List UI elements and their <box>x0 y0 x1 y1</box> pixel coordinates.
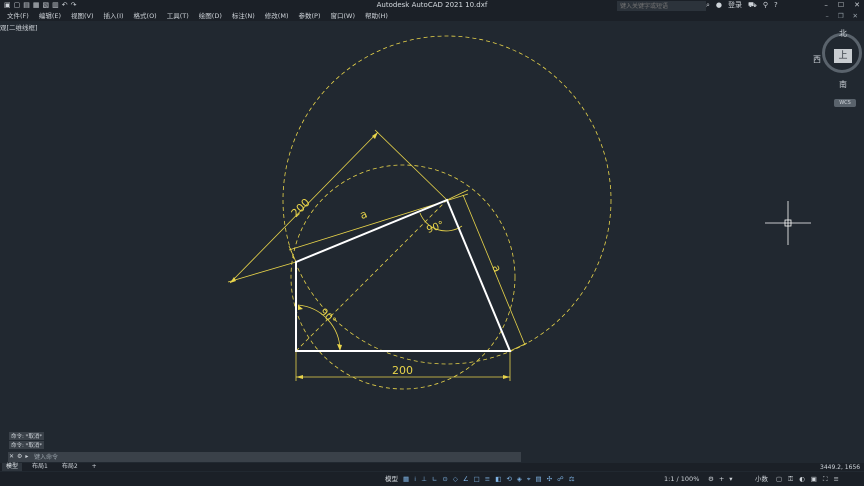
dim-left-ext-1 <box>227 261 297 283</box>
osnap-track-icon[interactable]: ∠ <box>463 472 469 486</box>
drawing-canvas[interactable]: a a 200 200 90° 90° <box>0 0 864 486</box>
quadrilateral <box>295 198 512 352</box>
command-input[interactable] <box>34 453 514 461</box>
viewcube-west[interactable]: 西 <box>813 54 821 65</box>
command-history-line: 命令: *取消* <box>9 441 45 449</box>
infer-icon[interactable]: ⊥ <box>421 472 427 486</box>
annotation-scale[interactable]: 1:1 / 100% <box>664 472 699 486</box>
command-history-line: 命令: *取消* <box>9 432 45 440</box>
annotation-monitor-icon[interactable]: + <box>719 472 724 486</box>
snap-icon[interactable]: ⁞ <box>414 472 416 486</box>
wrench-icon[interactable]: ⚙ <box>17 452 22 462</box>
ortho-icon[interactable]: ∟ <box>432 472 437 486</box>
crosshair-cursor <box>765 201 811 245</box>
units-dropdown-icon[interactable]: ▾ <box>729 472 732 486</box>
tab-model[interactable]: 模型 <box>2 463 23 471</box>
annotation-visibility-icon[interactable]: ☍ <box>557 472 564 486</box>
small-circumcircle <box>290 164 516 390</box>
isolate-objects-icon[interactable]: ◐ <box>799 472 805 486</box>
label-side-a-top: a <box>358 207 369 222</box>
arrow-left-top <box>372 132 378 139</box>
status-right-tools: ▢ ⚿ ◐ ▣ ⛶ ≡ <box>776 472 839 486</box>
prompt-icon[interactable]: ▸ <box>25 452 28 462</box>
tab-layout2[interactable]: 布局2 <box>58 463 82 471</box>
label-dim-200-bottom: 200 <box>392 364 413 377</box>
label-angle-left: 90° <box>317 307 337 327</box>
viewcube[interactable]: 北 西 上 南 WCS <box>812 25 864 115</box>
model-space-toggle[interactable]: 模型 <box>385 472 398 486</box>
grid-icon[interactable]: ▦ <box>403 472 409 486</box>
viewcube-south[interactable]: 南 <box>839 79 847 90</box>
command-line: ✕ ⚙ ▸ <box>8 452 521 462</box>
selection-cycling-icon[interactable]: ⟲ <box>506 472 511 486</box>
quick-properties-icon[interactable]: ▢ <box>776 472 782 486</box>
arrow-bottom-right <box>503 375 510 379</box>
drafting-toggles: ▦ ⁞ ⊥ ∟ ⊙ ◇ ∠ □ ≡ ◧ ⟲ ◈ ⌖ ▤ ✣ ☍ ⚖ <box>403 472 575 486</box>
arrow-angle-left-end <box>337 344 342 351</box>
dynamic-ucs-icon[interactable]: ⌖ <box>527 472 531 486</box>
hardware-accel-icon[interactable]: ▣ <box>811 472 817 486</box>
osnap-icon[interactable]: □ <box>474 472 480 486</box>
customize-icon[interactable]: ≡ <box>834 472 839 486</box>
tab-layout1[interactable]: 布局1 <box>28 463 52 471</box>
units-display[interactable]: 小数 <box>755 472 768 486</box>
close-icon[interactable]: ✕ <box>9 452 14 462</box>
label-angle-top: 90° <box>425 220 445 236</box>
selection-filter-icon[interactable]: ▤ <box>536 472 542 486</box>
gizmo-icon[interactable]: ✣ <box>547 472 552 486</box>
transparency-icon[interactable]: ◧ <box>495 472 501 486</box>
dim-right-ext <box>509 342 528 352</box>
lock-ui-icon[interactable]: ⚿ <box>788 472 793 486</box>
status-bar: 模型 ▦ ⁞ ⊥ ∟ ⊙ ◇ ∠ □ ≡ ◧ ⟲ ◈ ⌖ ▤ ✣ ☍ ⚖ 1:1… <box>0 472 864 486</box>
diagonal-line <box>295 199 448 352</box>
dim-left-ext-2 <box>374 129 448 201</box>
command-line-tools: ✕ ⚙ ▸ <box>9 452 28 462</box>
add-layout-button[interactable]: + <box>88 463 101 471</box>
viewcube-top-face[interactable]: 上 <box>834 49 852 63</box>
workspace-tools: ⚙ + ▾ <box>708 472 733 486</box>
3d-osnap-icon[interactable]: ◈ <box>517 472 522 486</box>
clean-screen-icon[interactable]: ⛶ <box>823 472 828 486</box>
layout-tabs: 模型 布局1 布局2 + <box>0 463 864 471</box>
viewcube-north[interactable]: 北 <box>839 28 847 39</box>
polar-icon[interactable]: ⊙ <box>442 472 447 486</box>
coordinate-readout[interactable]: 3449.2, 1656 <box>820 464 860 471</box>
auto-scale-icon[interactable]: ⚖ <box>569 472 575 486</box>
workspace-gear-icon[interactable]: ⚙ <box>708 472 714 486</box>
lineweight-icon[interactable]: ≡ <box>485 472 490 486</box>
wcs-menu[interactable]: WCS <box>834 99 856 107</box>
command-history: 命令: *取消* 命令: *取消* <box>9 432 45 450</box>
isodraft-icon[interactable]: ◇ <box>453 472 458 486</box>
arrow-bottom-left <box>296 375 303 379</box>
